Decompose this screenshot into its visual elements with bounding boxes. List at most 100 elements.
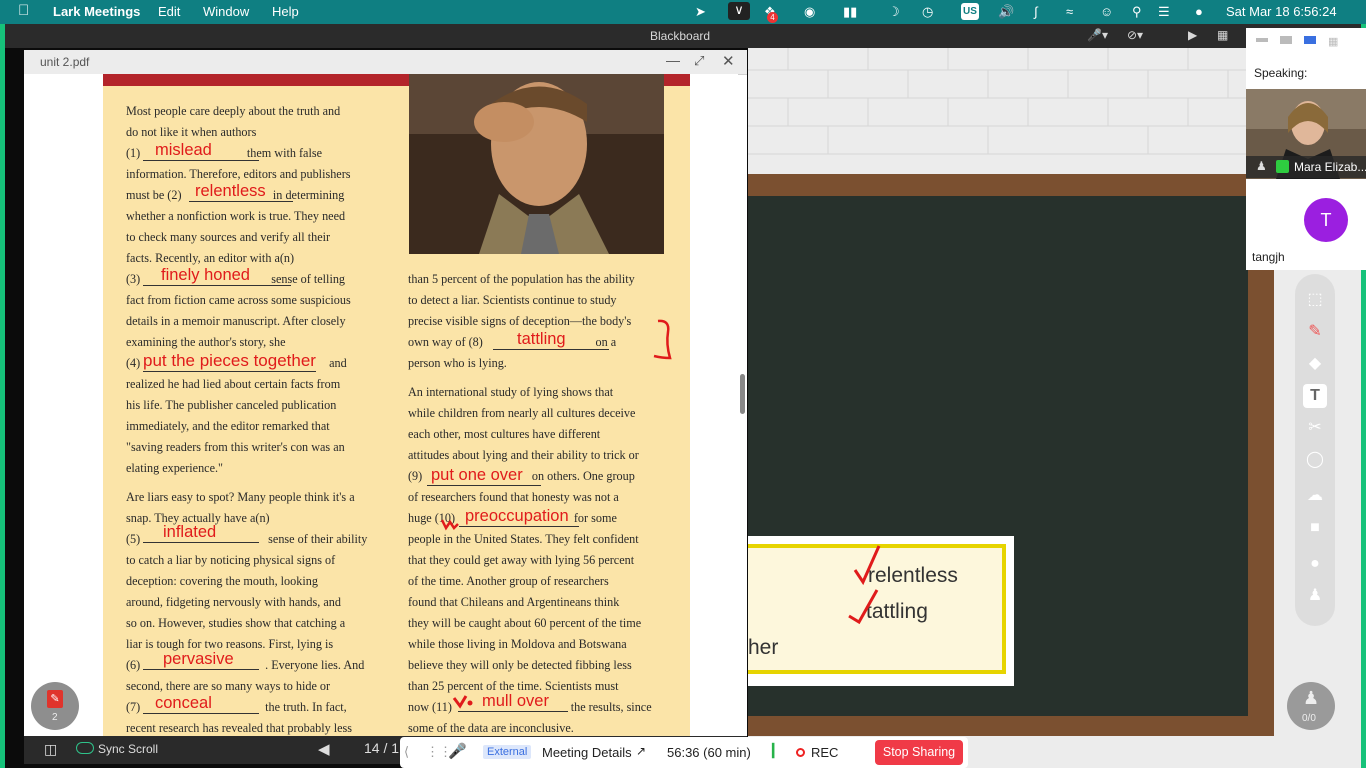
layout-min-icon[interactable] xyxy=(1256,38,1268,42)
bluetooth-icon[interactable]: ∫ xyxy=(1034,4,1038,19)
mic-icon[interactable]: 🎤▾ xyxy=(1087,28,1108,42)
wechat-icon[interactable]: ◉ xyxy=(804,4,815,20)
notification-badge: 4 xyxy=(767,12,778,23)
fullscreen-icon[interactable]: ⤢ xyxy=(694,53,704,69)
text-line: fact from fiction came across some suspi… xyxy=(126,293,351,307)
participant-icon: ♟ xyxy=(1256,159,1267,173)
clock[interactable]: Sat Mar 18 6:56:24 xyxy=(1226,4,1337,19)
pen-icon[interactable]: ✎ xyxy=(1303,320,1327,344)
answer-3: finely honed xyxy=(143,266,291,286)
collapse-icon[interactable]: ⟨ xyxy=(404,744,409,760)
text-line: while children from nearly all cultures … xyxy=(408,406,636,420)
control-center-icon[interactable]: ☰ xyxy=(1158,4,1170,20)
participant-namebar: ♟ Mara Elizab... xyxy=(1246,156,1366,178)
microphone-icon[interactable]: 🎤 xyxy=(448,742,467,760)
sync-toggle-icon[interactable] xyxy=(76,742,94,754)
text-line: elating experience." xyxy=(126,461,224,475)
marquee-select-icon[interactable]: ⬚ xyxy=(1303,288,1327,312)
answer-6: pervasive xyxy=(143,650,259,670)
page-indicator: 14 / 1 xyxy=(364,740,400,756)
menu-help[interactable]: Help xyxy=(272,4,299,19)
text-line: so on. However, studies show that catchi… xyxy=(126,616,346,630)
pdf-scrollbar[interactable] xyxy=(740,374,745,414)
sidebar-toggle-icon[interactable]: ◫ xyxy=(44,741,57,758)
pdf-titlebar: unit 2.pdf — ⤢ ✕ xyxy=(24,50,747,75)
user-icon[interactable]: ☺ xyxy=(1100,4,1113,19)
bracket-annotation xyxy=(653,319,672,360)
cloud-icon[interactable]: ☁ xyxy=(1303,484,1327,508)
moon-icon[interactable]: ☽ xyxy=(888,4,900,20)
layout-speaker-icon[interactable] xyxy=(1304,36,1316,44)
app-menu[interactable]: Lark Meetings xyxy=(53,4,140,19)
speaking-heading: Speaking: xyxy=(1254,66,1308,80)
grid-icon[interactable]: ▦ xyxy=(1217,28,1228,42)
apple-icon[interactable]:  xyxy=(18,2,29,19)
answer-1: mislead xyxy=(143,141,259,161)
text-line: whether a nonfiction work is true. They … xyxy=(126,209,346,223)
pdf-attachment-button[interactable]: ✎ 2 xyxy=(31,682,79,730)
board-page-counter: 0/0 xyxy=(1302,713,1316,724)
camera-icon[interactable]: ▶ xyxy=(1188,28,1197,42)
layout-single-icon[interactable] xyxy=(1280,36,1292,44)
text-line: his life. The publisher canceled publica… xyxy=(126,398,337,412)
text-line: An international study of lying shows th… xyxy=(408,385,614,399)
answer-2: relentless xyxy=(189,182,293,202)
history-icon[interactable]: ◷ xyxy=(922,4,933,20)
text-line: of researchers found that honesty was no… xyxy=(408,490,619,504)
menu-bar:  Lark Meetings Edit Window Help ➤ ∨ ❖ 4… xyxy=(0,0,1366,24)
close-icon[interactable]: ✕ xyxy=(722,52,735,70)
comment-icon[interactable]: ● xyxy=(1303,552,1327,576)
text-line: do not like it when authors xyxy=(126,125,257,139)
people-icon[interactable]: ♟ xyxy=(1303,584,1327,608)
lark-icon[interactable]: ∨ xyxy=(728,2,750,20)
menu-edit[interactable]: Edit xyxy=(158,4,180,19)
text-tool-icon[interactable]: T xyxy=(1303,384,1327,408)
text-line: details in a memoir manuscript. After cl… xyxy=(126,314,346,328)
text-line: than 5 percent of the population has the… xyxy=(408,272,635,286)
participant-name-1: Mara Elizab... xyxy=(1294,160,1366,174)
meeting-details-button[interactable]: Meeting Details xyxy=(542,745,632,760)
answer-4: put the pieces together xyxy=(143,351,316,372)
briefcase-icon[interactable]: ■ xyxy=(1303,516,1327,540)
siri-icon[interactable]: ● xyxy=(1195,4,1203,19)
text-line xyxy=(126,479,388,487)
minimize-icon[interactable]: — xyxy=(666,52,680,68)
board-page-button[interactable]: ♟ 0/0 xyxy=(1287,682,1335,730)
shared-window-titlebar: Blackboard 🎤▾ ⊘▾ ▶ ▦ xyxy=(5,24,1361,48)
battery-icon[interactable]: ▮▮ xyxy=(843,4,857,20)
participant-name-2: tangjh xyxy=(1248,248,1289,266)
text-line: while those living in Moldova and Botswa… xyxy=(408,637,627,651)
stop-sharing-button[interactable]: Stop Sharing xyxy=(875,740,963,765)
text-line: immediately, and the editor remarked tha… xyxy=(126,419,330,433)
text-line: found that Chileans and Argentineans thi… xyxy=(408,595,620,609)
page-icon: ♟ xyxy=(1303,688,1320,708)
avatar[interactable]: T xyxy=(1304,198,1348,242)
prev-page-icon[interactable]: ◀ xyxy=(318,740,330,758)
checkmarks-drawing xyxy=(848,545,881,625)
layout-grid-icon[interactable]: ▦ xyxy=(1328,35,1338,48)
rec-label[interactable]: REC xyxy=(811,745,838,760)
scissors-icon[interactable]: ✂ xyxy=(1303,416,1327,440)
menu-window[interactable]: Window xyxy=(203,4,249,19)
text-line: person who is lying. xyxy=(408,356,507,370)
shape-icon[interactable]: ◯ xyxy=(1303,448,1327,472)
shared-window-title: Blackboard xyxy=(650,29,711,43)
text-line: "saving readers from this writer's con w… xyxy=(126,440,345,454)
text-line: attitudes about lying and their ability … xyxy=(408,448,639,462)
eraser-icon[interactable]: ◆ xyxy=(1303,352,1327,376)
mark-annotation xyxy=(440,519,459,531)
text-line: to detect a liar. Scientists continue to… xyxy=(408,293,617,307)
answer-10: preoccupation xyxy=(459,507,579,527)
send-icon[interactable]: ➤ xyxy=(695,4,706,20)
wifi-icon[interactable]: ≈ xyxy=(1066,4,1073,19)
speaker-muted-icon[interactable]: ⊘▾ xyxy=(1127,28,1143,42)
share-arrow-icon: ↗ xyxy=(636,744,647,758)
text-line: precise visible signs of deception—the b… xyxy=(408,314,632,328)
answer-8: tattling xyxy=(493,330,609,350)
text-line: of the time. Another group of researcher… xyxy=(408,574,609,588)
pdf-file-icon: ✎ xyxy=(47,690,63,708)
search-icon[interactable]: ⚲ xyxy=(1132,4,1142,20)
volume-icon[interactable]: 🔊 xyxy=(998,4,1014,20)
input-source-icon[interactable]: US xyxy=(961,3,979,20)
sync-scroll-label[interactable]: Sync Scroll xyxy=(98,742,158,756)
